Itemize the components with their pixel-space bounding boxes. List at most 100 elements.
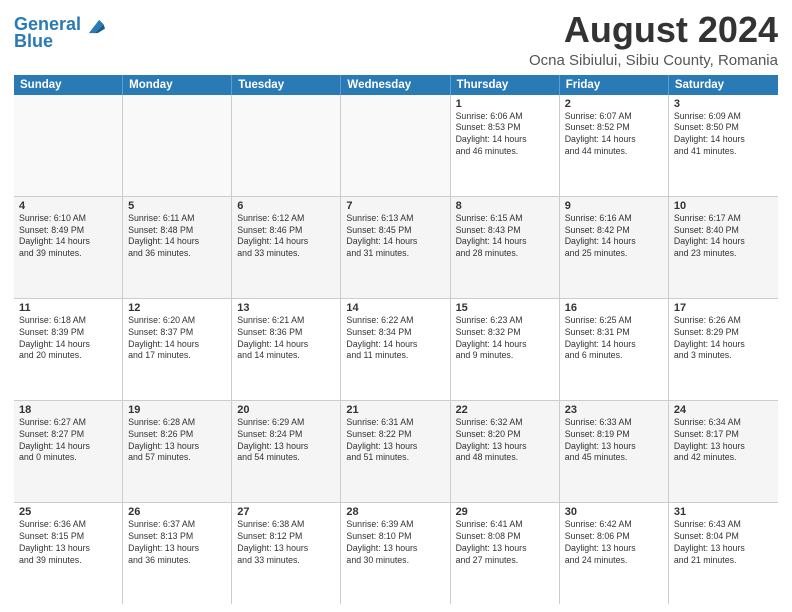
day-info: Sunrise: 6:33 AM Sunset: 8:19 PM Dayligh… bbox=[565, 417, 663, 465]
day-number: 3 bbox=[674, 98, 773, 110]
day-number: 31 bbox=[674, 506, 773, 518]
day-number: 26 bbox=[128, 506, 226, 518]
calendar-header: SundayMondayTuesdayWednesdayThursdayFrid… bbox=[14, 75, 778, 95]
calendar-cell: 5Sunrise: 6:11 AM Sunset: 8:48 PM Daylig… bbox=[123, 197, 232, 298]
calendar-cell: 10Sunrise: 6:17 AM Sunset: 8:40 PM Dayli… bbox=[669, 197, 778, 298]
calendar-row: 18Sunrise: 6:27 AM Sunset: 8:27 PM Dayli… bbox=[14, 401, 778, 503]
day-info: Sunrise: 6:17 AM Sunset: 8:40 PM Dayligh… bbox=[674, 213, 773, 261]
calendar-cell: 12Sunrise: 6:20 AM Sunset: 8:37 PM Dayli… bbox=[123, 299, 232, 400]
main-title: August 2024 bbox=[529, 10, 778, 50]
title-block: August 2024 Ocna Sibiului, Sibiu County,… bbox=[529, 10, 778, 69]
day-number: 9 bbox=[565, 200, 663, 212]
day-number: 22 bbox=[456, 404, 554, 416]
day-number: 16 bbox=[565, 302, 663, 314]
day-info: Sunrise: 6:31 AM Sunset: 8:22 PM Dayligh… bbox=[346, 417, 444, 465]
day-info: Sunrise: 6:23 AM Sunset: 8:32 PM Dayligh… bbox=[456, 315, 554, 363]
day-info: Sunrise: 6:26 AM Sunset: 8:29 PM Dayligh… bbox=[674, 315, 773, 363]
logo-icon bbox=[83, 14, 105, 36]
day-info: Sunrise: 6:09 AM Sunset: 8:50 PM Dayligh… bbox=[674, 111, 773, 159]
day-number: 25 bbox=[19, 506, 117, 518]
page: General Blue August 2024 Ocna Sibiului, … bbox=[0, 0, 792, 612]
day-number: 4 bbox=[19, 200, 117, 212]
day-info: Sunrise: 6:29 AM Sunset: 8:24 PM Dayligh… bbox=[237, 417, 335, 465]
calendar-row: 11Sunrise: 6:18 AM Sunset: 8:39 PM Dayli… bbox=[14, 299, 778, 401]
calendar-cell: 8Sunrise: 6:15 AM Sunset: 8:43 PM Daylig… bbox=[451, 197, 560, 298]
day-number: 29 bbox=[456, 506, 554, 518]
day-number: 1 bbox=[456, 98, 554, 110]
day-info: Sunrise: 6:38 AM Sunset: 8:12 PM Dayligh… bbox=[237, 519, 335, 567]
day-number: 15 bbox=[456, 302, 554, 314]
calendar-header-cell: Thursday bbox=[451, 75, 560, 95]
day-number: 10 bbox=[674, 200, 773, 212]
calendar-cell: 4Sunrise: 6:10 AM Sunset: 8:49 PM Daylig… bbox=[14, 197, 123, 298]
day-info: Sunrise: 6:11 AM Sunset: 8:48 PM Dayligh… bbox=[128, 213, 226, 261]
day-number: 13 bbox=[237, 302, 335, 314]
calendar-row: 4Sunrise: 6:10 AM Sunset: 8:49 PM Daylig… bbox=[14, 197, 778, 299]
calendar-cell: 20Sunrise: 6:29 AM Sunset: 8:24 PM Dayli… bbox=[232, 401, 341, 502]
calendar-cell: 27Sunrise: 6:38 AM Sunset: 8:12 PM Dayli… bbox=[232, 503, 341, 604]
calendar-cell: 26Sunrise: 6:37 AM Sunset: 8:13 PM Dayli… bbox=[123, 503, 232, 604]
calendar-row: 1Sunrise: 6:06 AM Sunset: 8:53 PM Daylig… bbox=[14, 95, 778, 197]
day-info: Sunrise: 6:21 AM Sunset: 8:36 PM Dayligh… bbox=[237, 315, 335, 363]
day-info: Sunrise: 6:42 AM Sunset: 8:06 PM Dayligh… bbox=[565, 519, 663, 567]
calendar-cell: 30Sunrise: 6:42 AM Sunset: 8:06 PM Dayli… bbox=[560, 503, 669, 604]
day-info: Sunrise: 6:27 AM Sunset: 8:27 PM Dayligh… bbox=[19, 417, 117, 465]
day-info: Sunrise: 6:18 AM Sunset: 8:39 PM Dayligh… bbox=[19, 315, 117, 363]
calendar-cell: 25Sunrise: 6:36 AM Sunset: 8:15 PM Dayli… bbox=[14, 503, 123, 604]
day-info: Sunrise: 6:36 AM Sunset: 8:15 PM Dayligh… bbox=[19, 519, 117, 567]
calendar-cell: 2Sunrise: 6:07 AM Sunset: 8:52 PM Daylig… bbox=[560, 95, 669, 196]
calendar: SundayMondayTuesdayWednesdayThursdayFrid… bbox=[14, 75, 778, 604]
day-number: 18 bbox=[19, 404, 117, 416]
day-info: Sunrise: 6:16 AM Sunset: 8:42 PM Dayligh… bbox=[565, 213, 663, 261]
day-number: 28 bbox=[346, 506, 444, 518]
day-info: Sunrise: 6:22 AM Sunset: 8:34 PM Dayligh… bbox=[346, 315, 444, 363]
calendar-cell: 6Sunrise: 6:12 AM Sunset: 8:46 PM Daylig… bbox=[232, 197, 341, 298]
calendar-cell: 24Sunrise: 6:34 AM Sunset: 8:17 PM Dayli… bbox=[669, 401, 778, 502]
calendar-cell: 7Sunrise: 6:13 AM Sunset: 8:45 PM Daylig… bbox=[341, 197, 450, 298]
calendar-cell bbox=[341, 95, 450, 196]
header: General Blue August 2024 Ocna Sibiului, … bbox=[14, 10, 778, 69]
logo: General Blue bbox=[14, 14, 105, 52]
calendar-header-cell: Sunday bbox=[14, 75, 123, 95]
day-number: 11 bbox=[19, 302, 117, 314]
day-info: Sunrise: 6:13 AM Sunset: 8:45 PM Dayligh… bbox=[346, 213, 444, 261]
day-number: 23 bbox=[565, 404, 663, 416]
day-number: 19 bbox=[128, 404, 226, 416]
calendar-cell: 14Sunrise: 6:22 AM Sunset: 8:34 PM Dayli… bbox=[341, 299, 450, 400]
day-number: 2 bbox=[565, 98, 663, 110]
day-number: 27 bbox=[237, 506, 335, 518]
day-info: Sunrise: 6:32 AM Sunset: 8:20 PM Dayligh… bbox=[456, 417, 554, 465]
day-info: Sunrise: 6:12 AM Sunset: 8:46 PM Dayligh… bbox=[237, 213, 335, 261]
day-info: Sunrise: 6:15 AM Sunset: 8:43 PM Dayligh… bbox=[456, 213, 554, 261]
calendar-header-cell: Saturday bbox=[669, 75, 778, 95]
calendar-cell: 16Sunrise: 6:25 AM Sunset: 8:31 PM Dayli… bbox=[560, 299, 669, 400]
day-number: 14 bbox=[346, 302, 444, 314]
calendar-cell: 11Sunrise: 6:18 AM Sunset: 8:39 PM Dayli… bbox=[14, 299, 123, 400]
subtitle: Ocna Sibiului, Sibiu County, Romania bbox=[529, 52, 778, 69]
calendar-header-cell: Friday bbox=[560, 75, 669, 95]
day-number: 20 bbox=[237, 404, 335, 416]
calendar-cell: 15Sunrise: 6:23 AM Sunset: 8:32 PM Dayli… bbox=[451, 299, 560, 400]
day-info: Sunrise: 6:41 AM Sunset: 8:08 PM Dayligh… bbox=[456, 519, 554, 567]
calendar-cell: 17Sunrise: 6:26 AM Sunset: 8:29 PM Dayli… bbox=[669, 299, 778, 400]
calendar-cell: 23Sunrise: 6:33 AM Sunset: 8:19 PM Dayli… bbox=[560, 401, 669, 502]
calendar-header-cell: Tuesday bbox=[232, 75, 341, 95]
day-info: Sunrise: 6:37 AM Sunset: 8:13 PM Dayligh… bbox=[128, 519, 226, 567]
day-number: 30 bbox=[565, 506, 663, 518]
calendar-header-cell: Wednesday bbox=[341, 75, 450, 95]
calendar-cell: 31Sunrise: 6:43 AM Sunset: 8:04 PM Dayli… bbox=[669, 503, 778, 604]
day-number: 12 bbox=[128, 302, 226, 314]
day-number: 5 bbox=[128, 200, 226, 212]
calendar-cell: 22Sunrise: 6:32 AM Sunset: 8:20 PM Dayli… bbox=[451, 401, 560, 502]
day-info: Sunrise: 6:10 AM Sunset: 8:49 PM Dayligh… bbox=[19, 213, 117, 261]
day-info: Sunrise: 6:07 AM Sunset: 8:52 PM Dayligh… bbox=[565, 111, 663, 159]
calendar-cell: 29Sunrise: 6:41 AM Sunset: 8:08 PM Dayli… bbox=[451, 503, 560, 604]
calendar-cell bbox=[14, 95, 123, 196]
calendar-cell: 3Sunrise: 6:09 AM Sunset: 8:50 PM Daylig… bbox=[669, 95, 778, 196]
day-number: 21 bbox=[346, 404, 444, 416]
calendar-cell: 19Sunrise: 6:28 AM Sunset: 8:26 PM Dayli… bbox=[123, 401, 232, 502]
calendar-cell: 13Sunrise: 6:21 AM Sunset: 8:36 PM Dayli… bbox=[232, 299, 341, 400]
day-number: 17 bbox=[674, 302, 773, 314]
calendar-row: 25Sunrise: 6:36 AM Sunset: 8:15 PM Dayli… bbox=[14, 503, 778, 604]
day-number: 7 bbox=[346, 200, 444, 212]
